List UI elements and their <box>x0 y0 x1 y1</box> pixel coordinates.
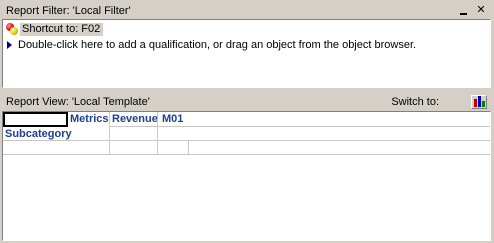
report-editor-window: Report Filter: 'Local Filter' ✕ Shortcut… <box>0 0 494 243</box>
close-icon[interactable]: ✕ <box>474 4 488 17</box>
add-qualification-hint[interactable]: Double-click here to add a qualification… <box>7 38 416 51</box>
report-filter-area[interactable]: Shortcut to: F02 Double-click here to ad… <box>2 19 491 88</box>
switch-to-label: Switch to: <box>391 96 439 108</box>
filter-shortcut-item[interactable]: Shortcut to: F02 <box>5 22 104 36</box>
grid-corner-cell[interactable] <box>3 112 68 127</box>
triangle-bullet-icon <box>7 40 12 49</box>
minimize-icon[interactable] <box>456 4 470 17</box>
m01-header[interactable]: M01 <box>157 112 189 127</box>
filter-shortcut-label: Shortcut to: F02 <box>20 22 104 36</box>
filter-shortcut-icon <box>5 22 19 36</box>
bar-chart-icon[interactable] <box>471 95 487 109</box>
report-view-title: Report View: 'Local Template' <box>6 96 150 108</box>
report-view-header: Report View: 'Local Template' Switch to: <box>2 94 492 110</box>
metrics-header[interactable]: Metrics <box>68 112 110 127</box>
report-filter-title: Report Filter: 'Local Filter' <box>6 4 131 17</box>
revenue-header[interactable]: Revenue <box>110 112 158 127</box>
add-qualification-text: Double-click here to add a qualification… <box>18 38 417 51</box>
report-filter-header: Report Filter: 'Local Filter' ✕ <box>2 2 492 19</box>
report-grid[interactable]: Metrics Revenue M01 Subcategory <box>2 111 491 241</box>
